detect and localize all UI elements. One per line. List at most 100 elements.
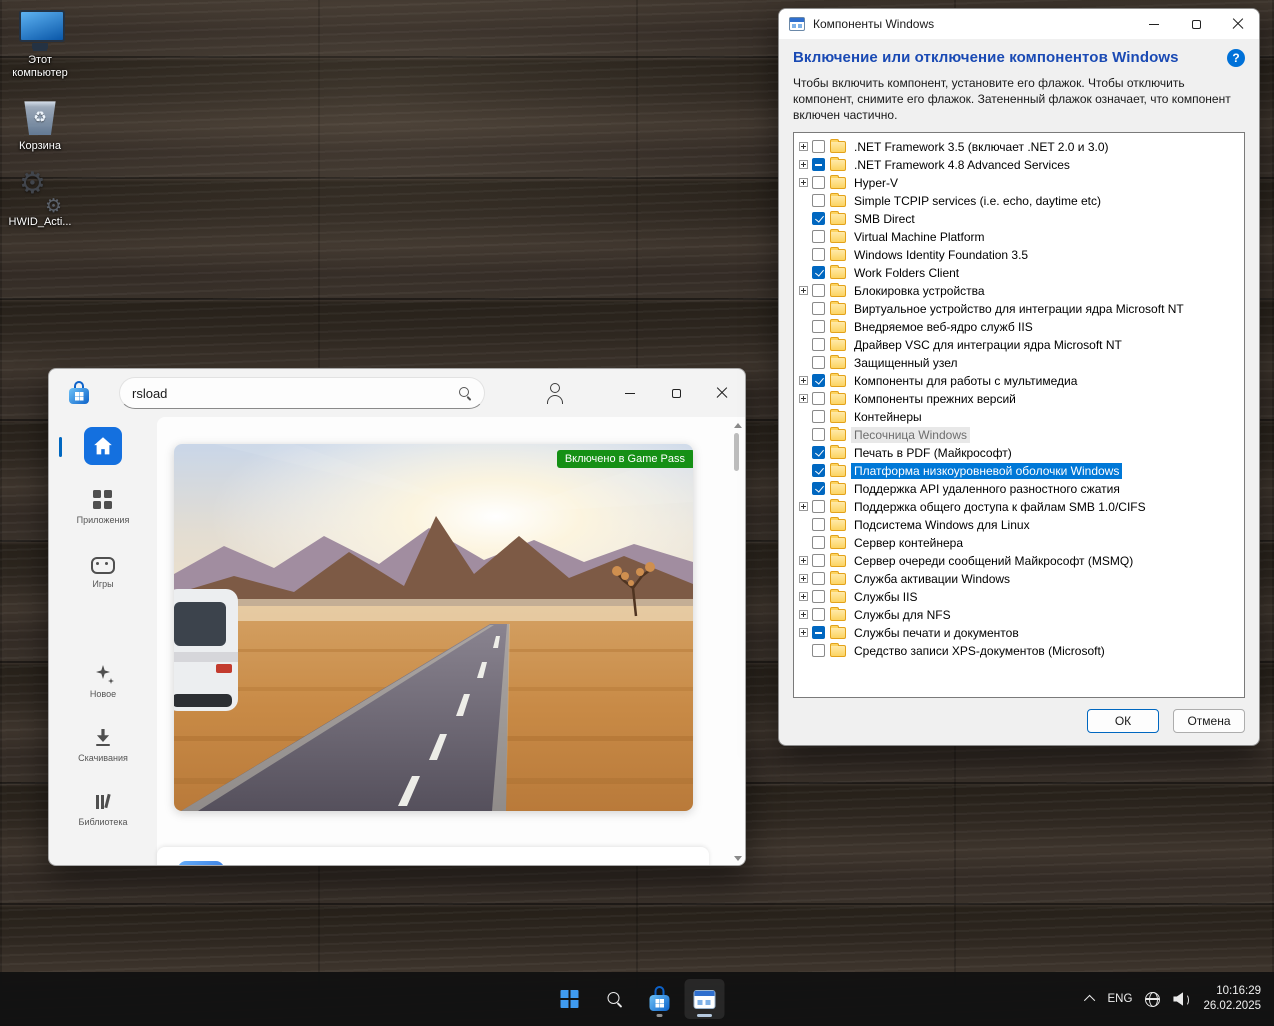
feature-row[interactable]: Службы для NFS xyxy=(797,606,1242,624)
sidebar-item-apps[interactable]: Приложения xyxy=(69,489,137,525)
feature-row[interactable]: Windows Identity Foundation 3.5 xyxy=(797,246,1242,264)
feature-row[interactable]: Сервер контейнера xyxy=(797,534,1242,552)
feature-row[interactable]: Компоненты прежних версий xyxy=(797,390,1242,408)
feature-checkbox[interactable] xyxy=(812,446,825,460)
cancel-button[interactable]: Отмена xyxy=(1173,708,1245,733)
expander-icon[interactable] xyxy=(799,376,808,386)
store-scrollbar[interactable] xyxy=(732,423,742,861)
feature-row[interactable]: Средство записи XPS-документов (Microsof… xyxy=(797,642,1242,660)
scroll-down-icon[interactable] xyxy=(734,856,742,861)
feature-checkbox[interactable] xyxy=(812,644,825,658)
feature-row[interactable]: Драйвер VSC для интеграции ядра Microsof… xyxy=(797,336,1242,354)
expander-icon[interactable] xyxy=(799,574,808,584)
feature-checkbox[interactable] xyxy=(812,500,825,514)
feature-row[interactable]: Печать в PDF (Майкрософт) xyxy=(797,444,1242,462)
feature-row[interactable]: Служба активации Windows xyxy=(797,570,1242,588)
feature-checkbox[interactable] xyxy=(812,626,825,640)
sidebar-item-library[interactable]: Библиотека xyxy=(69,791,137,827)
expander-icon[interactable] xyxy=(799,286,808,296)
store-minimize-button[interactable] xyxy=(607,369,653,417)
profile-icon[interactable] xyxy=(543,381,567,405)
taskbar-store-button[interactable] xyxy=(640,979,680,1019)
expander-icon[interactable] xyxy=(799,178,808,188)
tray-expand-icon[interactable] xyxy=(1083,994,1095,1007)
feature-checkbox[interactable] xyxy=(812,518,825,532)
app-list-item[interactable]: Windows App Runtime xyxy=(157,847,709,865)
sidebar-item-downloads[interactable]: Скачивания xyxy=(69,727,137,763)
feature-checkbox[interactable] xyxy=(812,266,825,280)
dialog-maximize-button[interactable] xyxy=(1175,9,1217,39)
language-indicator[interactable]: ENG xyxy=(1108,993,1133,1005)
feature-checkbox[interactable] xyxy=(812,356,825,370)
feature-checkbox[interactable] xyxy=(812,554,825,568)
expander-icon[interactable] xyxy=(799,394,808,404)
store-close-button[interactable] xyxy=(699,369,745,417)
feature-checkbox[interactable] xyxy=(812,284,825,298)
search-box[interactable] xyxy=(119,377,485,409)
expander-icon[interactable] xyxy=(799,142,808,152)
search-icon[interactable] xyxy=(458,386,472,400)
feature-checkbox[interactable] xyxy=(812,410,825,424)
feature-checkbox[interactable] xyxy=(812,536,825,550)
feature-checkbox[interactable] xyxy=(812,482,825,496)
feature-row[interactable]: Поддержка общего доступа к файлам SMB 1.… xyxy=(797,498,1242,516)
feature-row[interactable]: Службы печати и документов xyxy=(797,624,1242,642)
feature-row[interactable]: Hyper-V xyxy=(797,174,1242,192)
feature-row[interactable]: Внедряемое веб-ядро служб IIS xyxy=(797,318,1242,336)
feature-checkbox[interactable] xyxy=(812,320,825,334)
store-maximize-button[interactable] xyxy=(653,369,699,417)
feature-row[interactable]: Песочница Windows xyxy=(797,426,1242,444)
feature-checkbox[interactable] xyxy=(812,230,825,244)
feature-row[interactable]: .NET Framework 3.5 (включает .NET 2.0 и … xyxy=(797,138,1242,156)
expander-icon[interactable] xyxy=(799,556,808,566)
volume-icon[interactable] xyxy=(1173,992,1190,1006)
hero-card[interactable]: Включено в Game Pass xyxy=(174,444,693,811)
ok-button[interactable]: ОК xyxy=(1087,708,1159,733)
expander-icon[interactable] xyxy=(799,160,808,170)
help-icon[interactable] xyxy=(1227,49,1245,67)
feature-row[interactable]: Virtual Machine Platform xyxy=(797,228,1242,246)
start-button[interactable] xyxy=(550,979,590,1019)
feature-row[interactable]: Платформа низкоуровневой оболочки Window… xyxy=(797,462,1242,480)
feature-checkbox[interactable] xyxy=(812,302,825,316)
sidebar-item-home[interactable] xyxy=(59,427,137,465)
feature-row[interactable]: .NET Framework 4.8 Advanced Services xyxy=(797,156,1242,174)
feature-row[interactable]: Виртуальное устройство для интеграции яд… xyxy=(797,300,1242,318)
feature-row[interactable]: Simple TCPIP services (i.e. echo, daytim… xyxy=(797,192,1242,210)
dialog-close-button[interactable] xyxy=(1217,9,1259,39)
feature-checkbox[interactable] xyxy=(812,158,825,172)
scroll-up-icon[interactable] xyxy=(734,423,742,428)
feature-row[interactable]: Поддержка API удаленного разностного сжа… xyxy=(797,480,1242,498)
taskbar-features-button[interactable] xyxy=(684,979,725,1019)
feature-row[interactable]: Блокировка устройства xyxy=(797,282,1242,300)
expander-icon[interactable] xyxy=(799,610,808,620)
sidebar-item-new[interactable]: Новое xyxy=(69,663,137,699)
feature-checkbox[interactable] xyxy=(812,212,825,226)
dialog-minimize-button[interactable] xyxy=(1133,9,1175,39)
taskbar-search-button[interactable] xyxy=(595,979,635,1019)
feature-row[interactable]: Контейнеры xyxy=(797,408,1242,426)
feature-checkbox[interactable] xyxy=(812,338,825,352)
network-icon[interactable] xyxy=(1145,991,1161,1007)
feature-checkbox[interactable] xyxy=(812,608,825,622)
feature-row[interactable]: Защищенный узел xyxy=(797,354,1242,372)
feature-row[interactable]: Сервер очереди сообщений Майкрософт (MSM… xyxy=(797,552,1242,570)
sidebar-item-games[interactable]: Игры xyxy=(69,553,137,589)
feature-row[interactable]: Work Folders Client xyxy=(797,264,1242,282)
feature-row[interactable]: Компоненты для работы с мультимедиа xyxy=(797,372,1242,390)
search-input[interactable] xyxy=(132,385,458,401)
expander-icon[interactable] xyxy=(799,628,808,638)
expander-icon[interactable] xyxy=(799,592,808,602)
feature-row[interactable]: Службы IIS xyxy=(797,588,1242,606)
feature-checkbox[interactable] xyxy=(812,392,825,406)
feature-checkbox[interactable] xyxy=(812,572,825,586)
clock[interactable]: 10:16:29 26.02.2025 xyxy=(1203,984,1261,1014)
feature-checkbox[interactable] xyxy=(812,374,825,388)
scrollbar-thumb[interactable] xyxy=(734,433,739,471)
desktop-icon-recycle-bin[interactable]: Корзина xyxy=(2,96,78,153)
feature-checkbox[interactable] xyxy=(812,176,825,190)
feature-row[interactable]: Подсистема Windows для Linux xyxy=(797,516,1242,534)
feature-checkbox[interactable] xyxy=(812,140,825,154)
feature-checkbox[interactable] xyxy=(812,248,825,262)
feature-checkbox[interactable] xyxy=(812,464,825,478)
